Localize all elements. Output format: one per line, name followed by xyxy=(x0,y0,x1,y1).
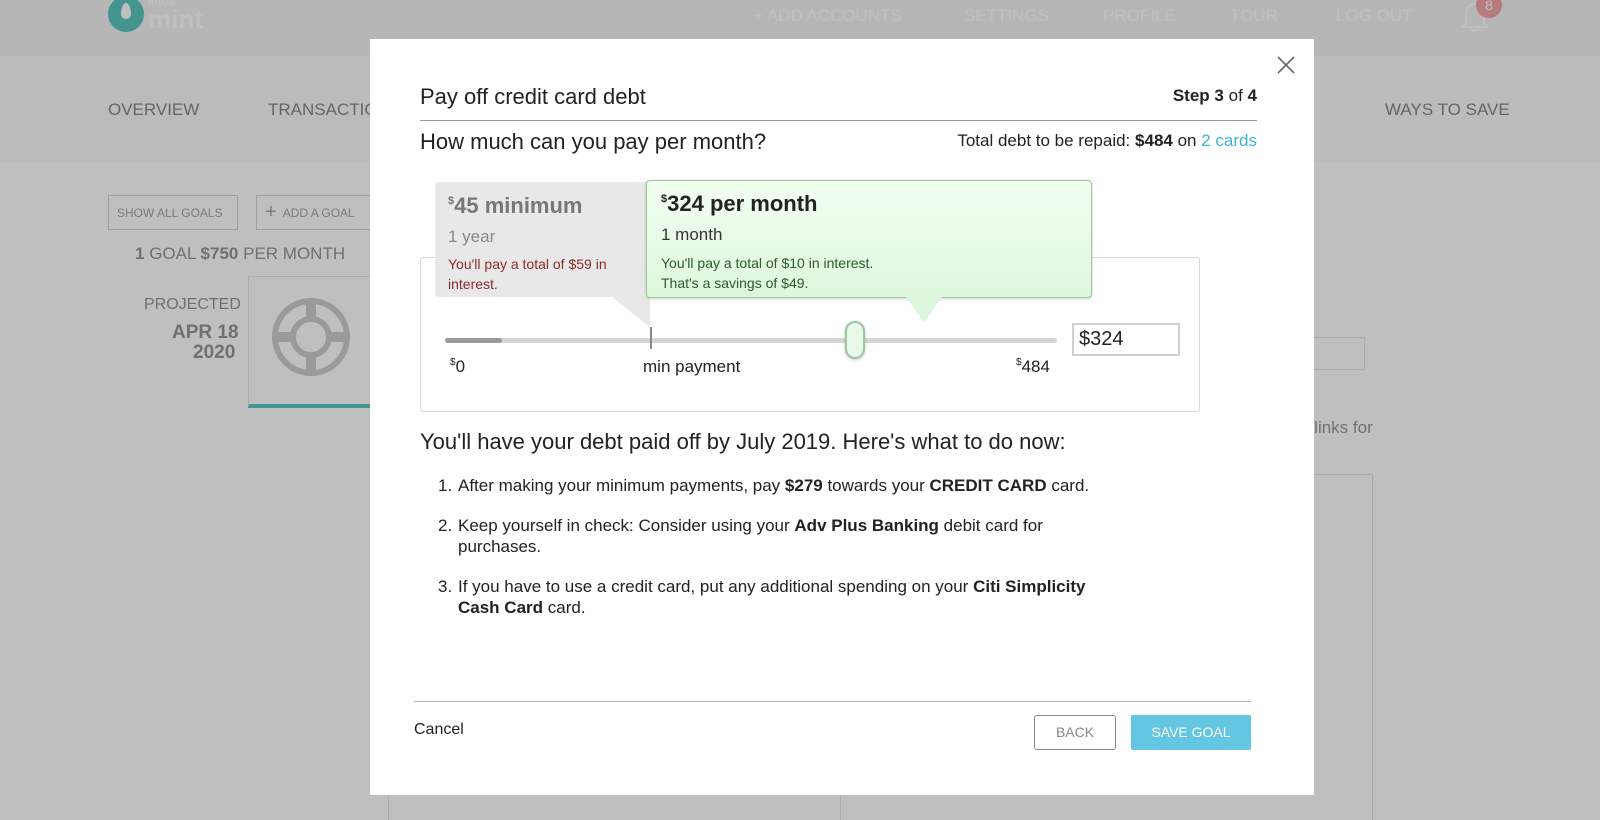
goal-modal: Pay off credit card debt Step 3 of 4 How… xyxy=(370,39,1314,795)
minimum-bubble-pointer xyxy=(612,297,650,327)
total-debt-summary: Total debt to be repaid: $484 on 2 cards xyxy=(957,131,1257,150)
footer-divider xyxy=(414,701,1251,702)
monthly-amount-input[interactable] xyxy=(1072,323,1180,356)
selected-interest-note: You'll pay a total of $10 in interest. T… xyxy=(661,255,874,291)
slider-min-payment-label: min payment xyxy=(643,357,741,376)
close-icon[interactable] xyxy=(1274,53,1298,77)
list-item: 3. If you have to use a credit card, put… xyxy=(438,577,1086,617)
minimum-amount: $45 minimum xyxy=(448,193,583,218)
selected-bubble-pointer xyxy=(906,297,942,323)
list-item: 1. After making your minimum payments, p… xyxy=(438,476,1090,495)
slider-max-label: $484 xyxy=(1016,357,1050,376)
minimum-duration: 1 year xyxy=(448,227,496,246)
payoff-result: You'll have your debt paid off by July 2… xyxy=(420,429,1066,454)
min-payment-tick xyxy=(650,327,652,349)
selected-payment-option: $324 per month 1 month You'll pay a tota… xyxy=(646,180,1092,298)
slider-min-fill xyxy=(445,338,502,343)
selected-amount: $324 per month xyxy=(661,191,818,216)
list-item: 2. Keep yourself in check: Consider usin… xyxy=(438,516,1043,556)
cards-link[interactable]: 2 cards xyxy=(1201,131,1257,150)
payment-slider-track[interactable] xyxy=(445,338,1057,343)
minimum-interest-note: You'll pay a total of $59 in interest. xyxy=(448,256,607,292)
modal-title: Pay off credit card debt xyxy=(420,84,646,109)
payment-question: How much can you pay per month? xyxy=(420,129,767,154)
slider-min-label: $0 xyxy=(450,357,466,376)
title-divider xyxy=(420,120,1257,121)
save-goal-button[interactable]: SAVE GOAL xyxy=(1131,715,1251,750)
action-steps: 1. After making your minimum payments, p… xyxy=(420,475,1090,637)
slider-handle[interactable] xyxy=(845,321,865,359)
selected-duration: 1 month xyxy=(661,225,723,244)
back-button[interactable]: BACK xyxy=(1034,715,1116,750)
cancel-link[interactable]: Cancel xyxy=(414,721,464,739)
minimum-payment-option[interactable]: $45 minimum 1 year You'll pay a total of… xyxy=(435,182,650,297)
step-indicator: Step 3 of 4 xyxy=(1172,86,1257,105)
